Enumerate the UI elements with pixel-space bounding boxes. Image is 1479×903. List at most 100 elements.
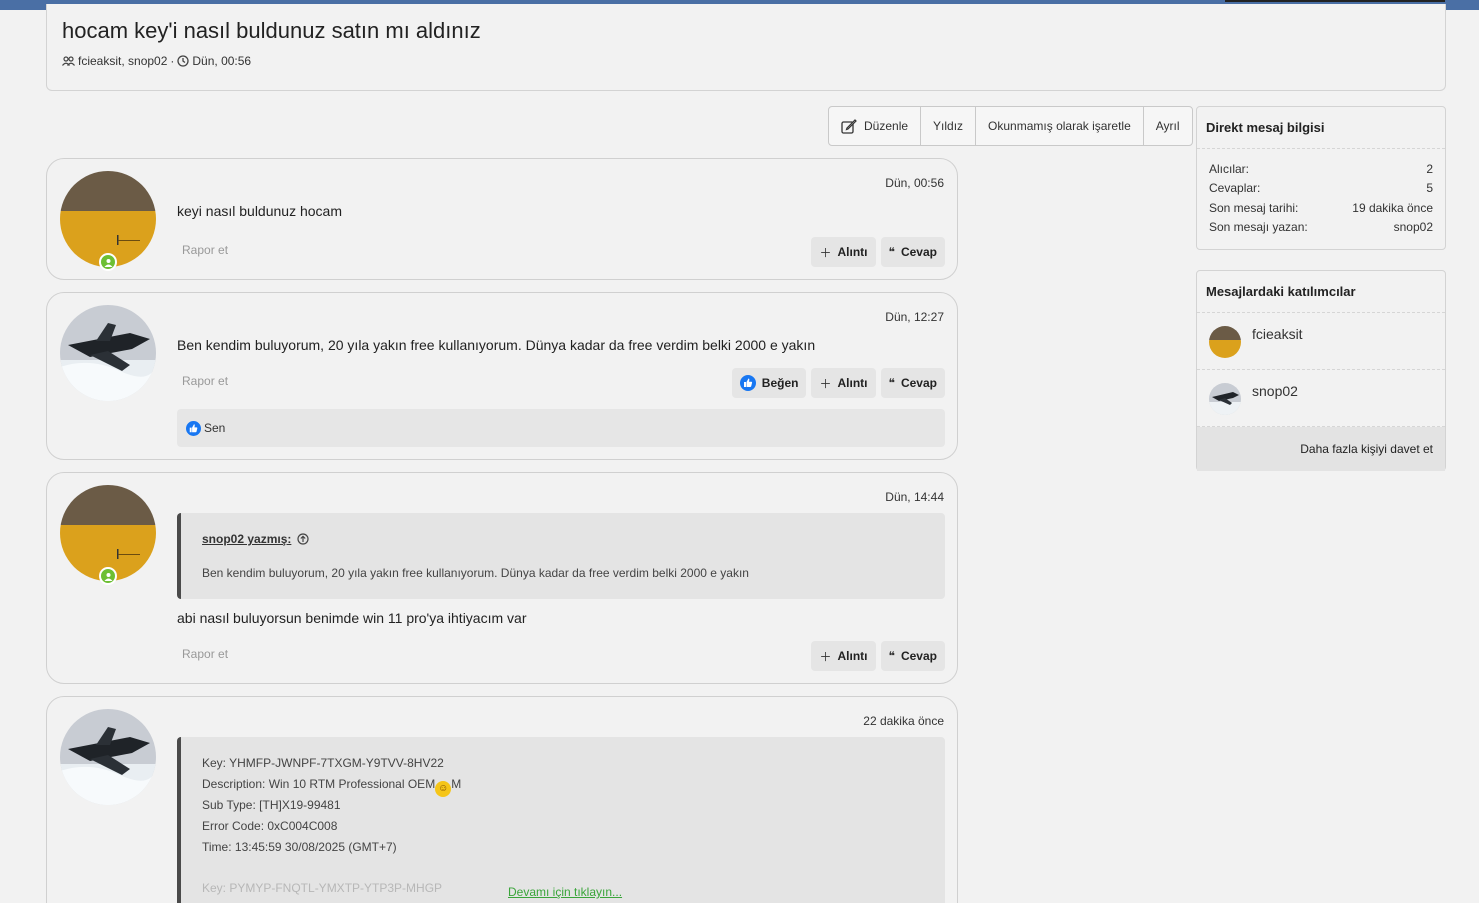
post-body: abi nasıl buluyorsun benimde win 11 pro'… xyxy=(177,610,527,626)
report-link[interactable]: Rapor et xyxy=(182,647,228,661)
read-more-link[interactable]: Devamı için tıklayın... xyxy=(508,885,622,899)
reply-button[interactable]: ❝ Cevap xyxy=(880,237,945,267)
row-label: Son mesaj tarihi: xyxy=(1209,200,1299,215)
participant-name[interactable]: snop02 xyxy=(1252,383,1298,399)
participant-item[interactable]: snop02 xyxy=(1197,370,1445,427)
error-code-line: Error Code: 0xC004C008 xyxy=(202,819,338,833)
clock-icon xyxy=(177,55,190,67)
thumbs-up-icon xyxy=(739,375,756,391)
plus-icon: ＋ xyxy=(819,245,832,260)
row-label: Alıcılar: xyxy=(1209,161,1250,176)
invite-more-button[interactable]: Daha fazla kişiyi davet et xyxy=(1197,427,1445,471)
users-icon xyxy=(62,56,75,66)
key-line: Key: YHMFP-JWNPF-7TXGM-Y9TVV-8HV22 xyxy=(202,756,444,770)
post-date[interactable]: Dün, 00:56 xyxy=(885,176,944,190)
meta-separator: · xyxy=(170,54,175,68)
dm-info-rows: Alıcılar: 2 Cevaplar: 5 Son mesaj tarihi: 1… xyxy=(1197,149,1445,237)
online-status-icon xyxy=(99,253,117,271)
thread-date[interactable]: Dün, 00:56 xyxy=(192,54,251,68)
post-date[interactable]: Dün, 14:44 xyxy=(885,490,944,504)
reply-quote-icon: ❝ xyxy=(888,649,895,663)
edit-label: Düzenle xyxy=(864,119,909,133)
report-link[interactable]: Rapor et xyxy=(182,243,228,257)
quote-text: Ben kendim buluyorum, 20 yıla yakın free… xyxy=(202,566,749,580)
post-date[interactable]: Dün, 12:27 xyxy=(885,310,944,324)
avatar[interactable] xyxy=(1209,326,1241,358)
subtype-line: Sub Type: [TH]X19-99481 xyxy=(202,798,341,812)
reply-button[interactable]: ❝ Cevap xyxy=(880,368,945,398)
star-label: Yıldız xyxy=(933,119,964,133)
row-value: 5 xyxy=(1426,181,1433,196)
participant-item[interactable]: fcieaksit xyxy=(1197,313,1445,370)
report-link[interactable]: Rapor et xyxy=(182,374,228,388)
reply-label: Cevap xyxy=(900,376,937,390)
like-button[interactable]: Beğen xyxy=(731,368,807,398)
participants-panel: Mesajlardaki katılımcılar fcieaksit snop… xyxy=(1196,270,1446,471)
avatar[interactable] xyxy=(60,709,156,805)
plus-icon: ＋ xyxy=(819,376,832,391)
quote-header[interactable]: snop02 yazmış: xyxy=(202,532,309,546)
message-post: Dün, 00:56 keyi nasıl buldunuz hocam Rap… xyxy=(46,158,958,280)
post-actions: Beğen ＋ Alıntı ❝ Cevap xyxy=(731,368,945,398)
quote-button[interactable]: ＋ Alıntı xyxy=(811,237,876,267)
quote-label: Alıntı xyxy=(837,376,868,390)
faded-line: Key: PYMYP-FNQTL-YMXTP-YTP3P-MHGP xyxy=(202,881,443,895)
quote-button[interactable]: ＋ Alıntı xyxy=(811,641,876,671)
participant-name[interactable]: fcieaksit xyxy=(1252,326,1303,342)
quote-author: snop02 yazmış: xyxy=(202,532,292,546)
like-label: Beğen xyxy=(761,376,799,390)
quote-label: Alıntı xyxy=(837,245,868,259)
star-button[interactable]: Yıldız xyxy=(921,107,977,145)
quote-block: snop02 yazmış: Ben kendim buluyorum, 20 … xyxy=(177,513,945,599)
dm-info-panel: Direkt mesaj bilgisi Alıcılar: 2 Cevaplar… xyxy=(1196,106,1446,250)
row-label: Cevaplar: xyxy=(1209,181,1261,196)
participants-title: Mesajlardaki katılımcılar xyxy=(1197,271,1445,313)
post-actions: ＋ Alıntı ❝ Cevap xyxy=(811,237,945,267)
thread-participants[interactable]: fcieaksit, snop02 xyxy=(78,54,167,68)
online-status-icon xyxy=(99,567,117,585)
grinning-emoji-icon: ☺ xyxy=(435,781,452,797)
avatar[interactable] xyxy=(60,305,156,401)
message-post: Dün, 12:27 Ben kendim buluyorum, 20 yıla… xyxy=(46,292,958,460)
thread-toolbar: Düzenle Yıldız Okunmamış olarak işaretle… xyxy=(828,106,1193,146)
mark-unread-button[interactable]: Okunmamış olarak işaretle xyxy=(976,107,1144,145)
avatar[interactable] xyxy=(1209,383,1241,415)
row-value[interactable]: snop02 xyxy=(1394,220,1433,234)
row-value: 2 xyxy=(1426,161,1433,176)
invite-label: Daha fazla kişiyi davet et xyxy=(1300,442,1433,456)
edit-button[interactable]: Düzenle xyxy=(829,107,922,145)
description-suffix: M xyxy=(451,777,462,791)
reply-button[interactable]: ❝ Cevap xyxy=(880,641,945,671)
edit-icon xyxy=(841,118,857,134)
code-block: Key: YHMFP-JWNPF-7TXGM-Y9TVV-8HV22 Descr… xyxy=(177,737,945,903)
message-post: Dün, 14:44 snop02 yazmış: Ben kendim bul… xyxy=(46,472,958,684)
reply-label: Cevap xyxy=(900,649,937,663)
quote-label: Alıntı xyxy=(837,649,868,663)
top-bar-edge xyxy=(1225,0,1445,2)
description-line: Description: Win 10 RTM Professional OEM… xyxy=(202,777,461,797)
time-line: Time: 13:45:59 30/08/2025 (GMT+7) xyxy=(202,840,397,854)
row-label: Son mesajı yazan: xyxy=(1209,220,1308,235)
dm-info-row: Son mesaj tarihi: 19 dakika önce xyxy=(1197,198,1445,218)
thumbs-up-icon xyxy=(186,420,201,436)
post-actions: ＋ Alıntı ❝ Cevap xyxy=(811,641,945,671)
quote-button[interactable]: ＋ Alıntı xyxy=(811,368,876,398)
dm-info-row: Son mesajı yazan: snop02 xyxy=(1197,218,1445,238)
thread-header: hocam key'i nasıl buldunuz satın mı aldı… xyxy=(46,4,1446,91)
arrow-up-circle-icon[interactable] xyxy=(297,533,309,545)
post-date[interactable]: 22 dakika önce xyxy=(863,714,944,728)
thread-title: hocam key'i nasıl buldunuz satın mı aldı… xyxy=(62,18,481,43)
reply-label: Cevap xyxy=(900,245,937,259)
description-text: Description: Win 10 RTM Professional OEM xyxy=(202,777,436,791)
row-value: 19 dakika önce xyxy=(1352,200,1433,215)
plus-icon: ＋ xyxy=(819,649,832,664)
message-post: 22 dakika önce Key: YHMFP-JWNPF-7TXGM-Y9… xyxy=(46,696,958,903)
reply-quote-icon: ❝ xyxy=(888,376,895,390)
reactions-bar[interactable]: Sen xyxy=(177,409,945,447)
thread-meta: fcieaksit, snop02 · Dün, 00:56 xyxy=(62,54,251,68)
leave-button[interactable]: Ayrıl xyxy=(1144,107,1192,145)
post-body: Ben kendim buluyorum, 20 yıla yakın free… xyxy=(177,337,816,353)
reply-quote-icon: ❝ xyxy=(888,245,895,259)
post-body: keyi nasıl buldunuz hocam xyxy=(177,203,342,219)
reaction-user: Sen xyxy=(204,421,226,435)
